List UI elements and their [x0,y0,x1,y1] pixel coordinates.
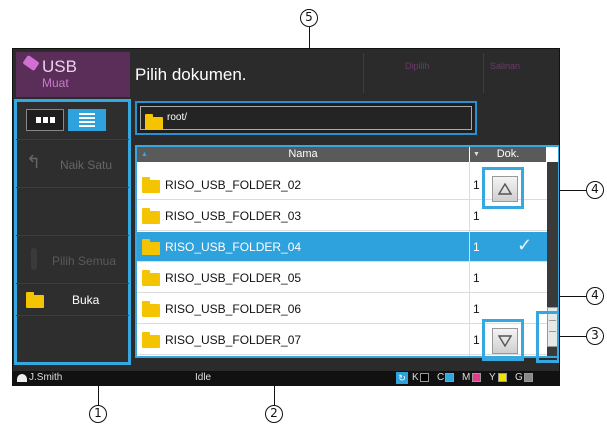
header-divider [363,53,364,93]
callout-1: 1 [89,405,107,423]
column-divider [469,162,470,356]
usb-sublabel: Muat [42,76,69,90]
usb-label: USB [42,57,77,76]
sidebar-blank-slot [16,187,129,235]
sidebar-blank-slot [16,315,129,363]
folder-icon [142,239,160,255]
open-label: Buka [72,293,100,307]
usb-load-tile[interactable]: USB Muat [16,52,130,97]
column-docs-label: Dok. [496,148,520,160]
doc-count: 1 [473,302,480,316]
usb-icon [22,54,40,72]
ink-label-c: C [437,372,445,383]
doc-count: 1 [473,209,480,223]
user-name: J.Smith [29,372,63,383]
list-item[interactable]: RISO_USB_FOLDER_05 1 [137,263,547,293]
file-name: RISO_USB_FOLDER_02 [165,178,302,192]
column-header-name[interactable]: ▲ Nama [137,147,469,162]
page-title: Pilih dokumen. [135,65,247,84]
folder-icon [142,270,160,286]
sort-indicator-icon: ▼ [473,151,480,158]
left-action-panel: ↰ Naik Satu Pilih Semua Buka [14,99,131,365]
column-name-label: Nama [288,148,318,160]
file-name: RISO_USB_FOLDER_07 [165,333,302,347]
sort-indicator-icon: ▲ [141,151,148,158]
doc-count: 1 [473,333,480,347]
path-text: root/ [167,112,188,123]
folder-icon [142,177,160,193]
callout-4-bottom: 4 [586,287,604,305]
ink-label-y: Y [489,372,496,383]
checkmark-icon: ✓ [517,235,533,255]
file-name: RISO_USB_FOLDER_06 [165,302,302,316]
scroll-down-highlight [482,319,524,361]
folder-icon [142,208,160,224]
path-display[interactable]: root/ [140,106,472,130]
refresh-icon[interactable]: ↻ [396,372,408,384]
up-one-level-button[interactable]: ↰ Naik Satu [16,139,129,187]
folder-path-bar: root/ [135,101,477,135]
thumbnail-view-icon [35,117,55,123]
list-item[interactable]: RISO_USB_FOLDER_06 1 [137,294,547,324]
list-view-icon [79,113,95,127]
folder-icon [142,332,160,348]
callout-3: 3 [586,327,604,345]
ink-level-m [472,373,481,382]
ink-label-m: M [462,372,471,383]
column-header-docs[interactable]: ▼ Dok. [470,147,546,162]
device-screen: USB Muat Pilih dokumen. Dipilih Salinan … [12,48,560,386]
folder-icon [145,114,163,130]
ink-label-g: G [515,372,523,383]
ink-level-k [420,373,429,382]
user-icon [17,374,27,382]
ink-level-y [498,373,507,382]
thumbnail-view-button[interactable] [26,109,64,131]
selected-label: Dipilih [405,61,430,71]
list-item-selected[interactable]: RISO_USB_FOLDER_04 1 ✓ [137,232,547,262]
status-bar: J.Smith Idle ↻ K C M Y G [13,371,559,385]
callout-2: 2 [265,405,283,423]
open-button[interactable]: Buka [16,283,129,315]
doc-count: 1 [473,240,480,254]
leader-3 [556,336,586,337]
scrollbar-highlight [536,311,559,363]
machine-status: Idle [195,372,212,383]
select-all-label: Pilih Semua [52,254,117,268]
file-name: RISO_USB_FOLDER_03 [165,209,302,223]
doc-count: 1 [473,271,480,285]
ink-level-c [445,373,454,382]
up-arrow-icon: ↰ [26,152,42,172]
ink-label-k: K [412,372,419,383]
ink-level-g [524,373,533,382]
list-view-button[interactable] [68,109,106,131]
header-divider [483,53,484,93]
up-one-level-label: Naik Satu [60,158,113,172]
select-all-indicator-icon [31,248,37,270]
select-all-button[interactable]: Pilih Semua [16,235,129,283]
copies-label: Salinan [490,61,521,71]
callout-4-top: 4 [586,181,604,199]
doc-count: 1 [473,178,480,192]
scroll-up-highlight [482,167,524,209]
folder-icon [142,301,160,317]
callout-5: 5 [300,9,318,27]
folder-icon [26,292,44,308]
file-name: RISO_USB_FOLDER_05 [165,271,302,285]
file-name: RISO_USB_FOLDER_04 [165,240,302,254]
